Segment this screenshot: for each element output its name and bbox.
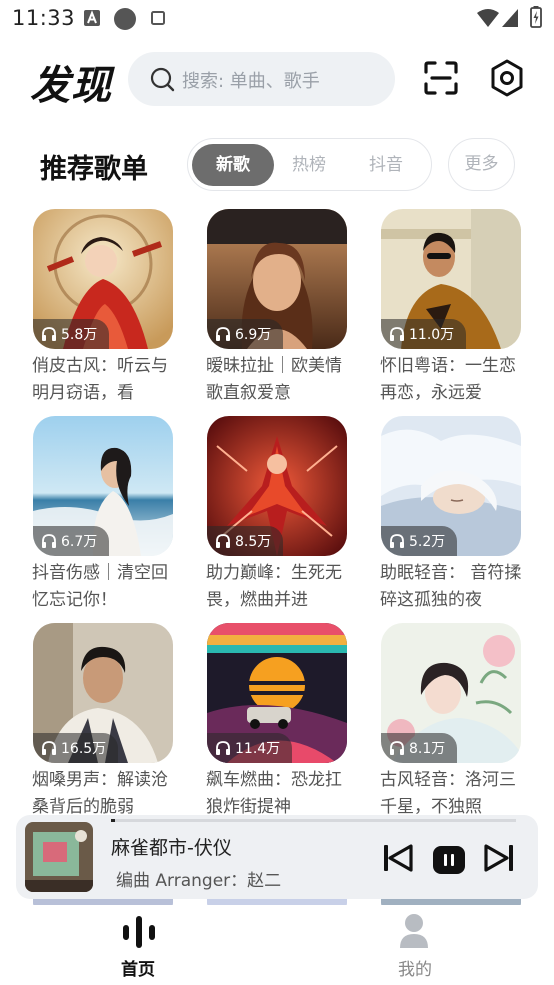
play-count-badge: 5.8万 bbox=[33, 319, 110, 349]
playlist-card[interactable]: 5.2万 助眠轻音： 音符揉碎这孤独的夜 bbox=[380, 416, 522, 614]
square-icon bbox=[151, 11, 165, 25]
play-count: 6.7万 bbox=[61, 534, 98, 550]
playlist-cover: 8.1万 bbox=[381, 623, 521, 763]
signal-icon bbox=[502, 9, 518, 27]
playlist-title: 飙车燃曲：恐龙扛狼炸街提神 bbox=[206, 770, 342, 817]
playlist-cover: 5.8万 bbox=[33, 209, 173, 349]
home-waveform-icon bbox=[123, 916, 155, 948]
page-title: 发现 bbox=[30, 63, 112, 109]
play-count-badge: 6.9万 bbox=[207, 319, 284, 349]
playlist-cover: 6.7万 bbox=[33, 416, 173, 556]
user-icon bbox=[400, 914, 428, 948]
headphones-icon bbox=[216, 534, 230, 548]
playlist-title: 暧昧拉扯｜欧美情歌直叙爱意 bbox=[206, 356, 342, 403]
tab-new[interactable]: 新歌 bbox=[192, 144, 274, 186]
playlist-title: 助力巅峰：生死无畏，燃曲并进 bbox=[206, 563, 342, 610]
playlist-cover: 11.0万 bbox=[381, 209, 521, 349]
play-count-badge: 6.7万 bbox=[33, 526, 110, 556]
tab-douyin[interactable]: 抖音 bbox=[345, 144, 427, 186]
headphones-icon bbox=[42, 534, 56, 548]
next-icon[interactable] bbox=[483, 843, 515, 873]
mini-player[interactable]: 麻雀都市-伏仪 编曲 Arranger：赵二 bbox=[16, 815, 538, 899]
search-placeholder: 搜索: 单曲、歌手 bbox=[182, 71, 320, 92]
status-bar: 11:33 bbox=[0, 0, 554, 38]
play-count-badge: 16.5万 bbox=[33, 733, 119, 763]
play-count: 11.0万 bbox=[409, 327, 455, 343]
header: 发现 搜索: 单曲、歌手 bbox=[0, 50, 554, 109]
app-notification-icon bbox=[84, 10, 100, 26]
track-title: 麻雀都市-伏仪 bbox=[111, 837, 232, 859]
playlist-cover: 16.5万 bbox=[33, 623, 173, 763]
playlist-card[interactable]: 11.4万 飙车燃曲：恐龙扛狼炸街提神 bbox=[206, 623, 348, 821]
playlist-card[interactable]: 11.0万 怀旧粤语：一生恋再恋，永远爱 bbox=[380, 209, 522, 407]
playlist-cover: 5.2万 bbox=[381, 416, 521, 556]
wifi-icon bbox=[477, 9, 499, 27]
search-input[interactable]: 搜索: 单曲、歌手 bbox=[128, 52, 395, 106]
bottom-nav: 首页 我的 bbox=[0, 905, 554, 985]
headphones-icon bbox=[390, 534, 404, 548]
progress-fill bbox=[111, 819, 116, 822]
play-count: 6.9万 bbox=[235, 327, 272, 343]
playlist-title: 助眠轻音： 音符揉碎这孤独的夜 bbox=[380, 563, 522, 610]
play-count-badge: 11.0万 bbox=[381, 319, 467, 349]
headphones-icon bbox=[42, 327, 56, 341]
playlist-card[interactable]: 16.5万 烟嗓男声：解读沧桑背后的脆弱 bbox=[32, 623, 174, 821]
playlist-card[interactable]: 5.8万 俏皮古风：听云与明月窃语，看 bbox=[32, 209, 174, 407]
section-title: 推荐歌单 bbox=[40, 154, 148, 185]
play-count-badge: 5.2万 bbox=[381, 526, 458, 556]
playlist-title: 烟嗓男声：解读沧桑背后的脆弱 bbox=[32, 770, 168, 817]
headphones-icon bbox=[216, 741, 230, 755]
playlist-card[interactable]: 8.1万 古风轻音：洛河三千星，不独照 bbox=[380, 623, 522, 821]
previous-icon[interactable] bbox=[382, 843, 414, 873]
playback-progress[interactable] bbox=[111, 819, 516, 822]
settings-icon[interactable] bbox=[487, 58, 527, 98]
play-count-badge: 8.5万 bbox=[207, 526, 284, 556]
playlist-card[interactable]: 6.9万 暧昧拉扯｜欧美情歌直叙爱意 bbox=[206, 209, 348, 407]
playlist-card[interactable]: 8.5万 助力巅峰：生死无畏，燃曲并进 bbox=[206, 416, 348, 614]
headphones-icon bbox=[390, 741, 404, 755]
playlist-cover: 11.4万 bbox=[207, 623, 347, 763]
playlist-title: 怀旧粤语：一生恋再恋，永远爱 bbox=[380, 356, 516, 403]
play-count: 5.8万 bbox=[61, 327, 98, 343]
pause-icon[interactable] bbox=[432, 845, 466, 875]
play-count: 11.4万 bbox=[235, 741, 281, 757]
playlist-title: 俏皮古风：听云与明月窃语，看 bbox=[32, 356, 168, 403]
playlist-title: 抖音伤感｜清空回忆忘记你！ bbox=[32, 563, 168, 610]
now-playing-cover bbox=[25, 822, 93, 892]
scan-icon[interactable] bbox=[421, 58, 461, 98]
more-button[interactable]: 更多 bbox=[448, 138, 515, 191]
play-count: 16.5万 bbox=[61, 741, 107, 757]
recommended-section-header: 推荐歌单 新歌 热榜 抖音 更多 bbox=[0, 137, 554, 193]
search-icon bbox=[150, 67, 175, 92]
playlist-cover: 6.9万 bbox=[207, 209, 347, 349]
tab-hot[interactable]: 热榜 bbox=[268, 144, 350, 186]
battery-icon bbox=[530, 6, 542, 28]
headphones-icon bbox=[42, 741, 56, 755]
headphones-icon bbox=[390, 327, 404, 341]
play-count-badge: 11.4万 bbox=[207, 733, 293, 763]
nav-label: 我的 bbox=[398, 960, 432, 980]
tab-group: 新歌 热榜 抖音 bbox=[187, 138, 432, 191]
track-artist: 编曲 Arranger：赵二 bbox=[116, 871, 282, 891]
playlist-card[interactable]: 6.7万 抖音伤感｜清空回忆忘记你！ bbox=[32, 416, 174, 614]
playlist-cover: 8.5万 bbox=[207, 416, 347, 556]
play-count-badge: 8.1万 bbox=[381, 733, 458, 763]
nav-label: 首页 bbox=[121, 960, 155, 980]
playlist-title: 古风轻音：洛河三千星，不独照 bbox=[380, 770, 516, 817]
play-count: 8.5万 bbox=[235, 534, 272, 550]
play-count: 8.1万 bbox=[409, 741, 446, 757]
record-icon bbox=[114, 8, 136, 30]
play-count: 5.2万 bbox=[409, 534, 446, 550]
status-time: 11:33 bbox=[12, 6, 76, 30]
headphones-icon bbox=[216, 327, 230, 341]
